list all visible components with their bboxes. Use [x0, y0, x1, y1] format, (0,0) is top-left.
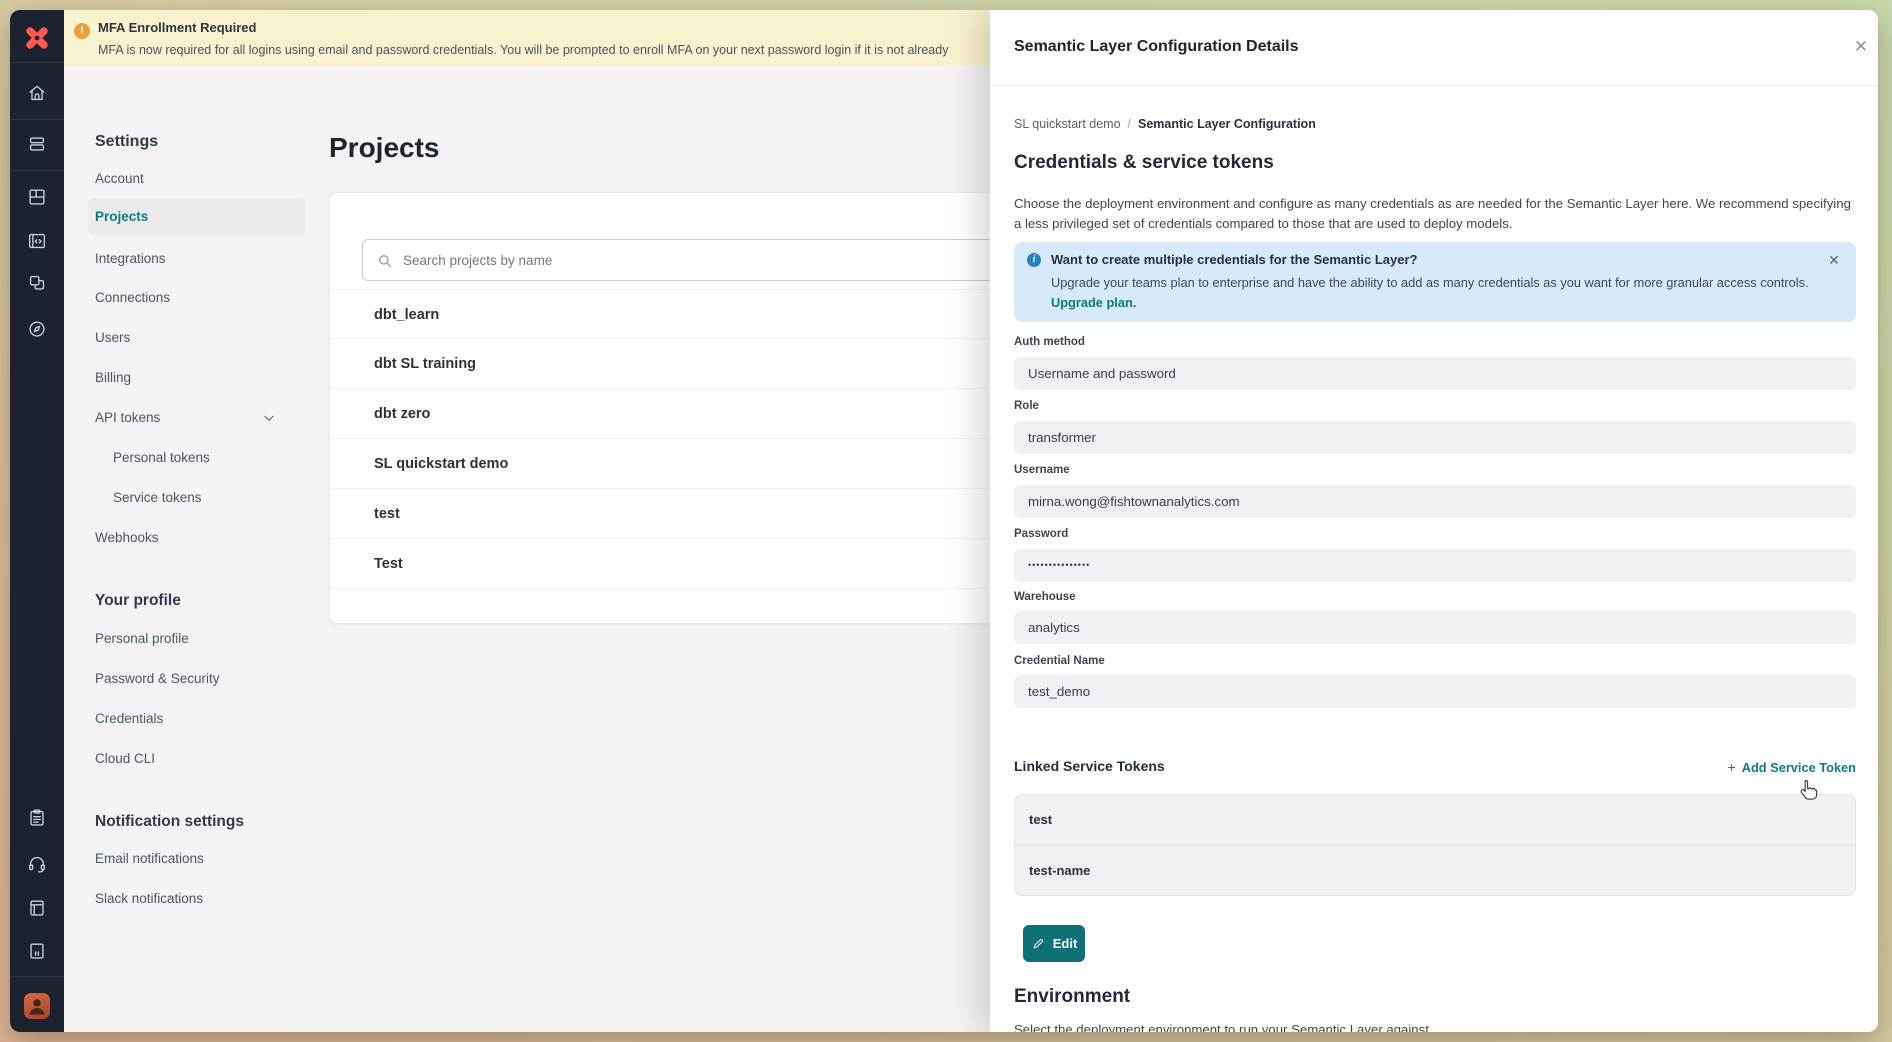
field-label-password: Password	[1014, 528, 1068, 540]
panel-separator	[990, 85, 1878, 86]
role-field[interactable]: transformer	[1014, 421, 1856, 454]
warning-icon: !	[74, 23, 90, 39]
dbt-logo[interactable]	[22, 23, 52, 53]
sidebar-item-cloud-cli[interactable]: Cloud CLI	[95, 749, 155, 769]
environment-title: Environment	[1014, 986, 1130, 1008]
breadcrumb-current: Semantic Layer Configuration	[1138, 117, 1316, 131]
sidebar-item-credentials[interactable]: Credentials	[95, 709, 163, 729]
page-title: Projects	[329, 132, 440, 164]
field-label-role: Role	[1014, 400, 1039, 412]
add-service-token-button[interactable]: + Add Service Token	[1014, 759, 1856, 775]
user-avatar[interactable]	[24, 993, 50, 1019]
sidebar-item-api-tokens[interactable]: API tokens	[95, 408, 160, 428]
field-label-credential-name: Credential Name	[1014, 655, 1105, 667]
sidebar-item-slack-notifications[interactable]: Slack notifications	[95, 889, 203, 909]
info-icon: i	[1027, 253, 1041, 267]
edit-button-label: Edit	[1053, 936, 1078, 951]
field-label-auth-method: Auth method	[1014, 336, 1085, 348]
add-service-token-label: Add Service Token	[1742, 760, 1856, 775]
projects-icon[interactable]	[24, 270, 50, 296]
left-icon-rail	[10, 10, 64, 1032]
search-input[interactable]	[403, 240, 1003, 280]
section-title: Credentials & service tokens	[1014, 152, 1274, 174]
sidebar-item-service-tokens[interactable]: Service tokens	[113, 488, 202, 508]
clipboard-icon[interactable]	[24, 805, 50, 831]
info-banner-title: Want to create multiple credentials for …	[1051, 252, 1418, 267]
rail-divider	[10, 170, 64, 171]
rail-divider	[10, 976, 64, 977]
breadcrumb: SL quickstart demo / Semantic Layer Config…	[1014, 117, 1316, 131]
project-row[interactable]: dbt SL training	[330, 339, 1048, 389]
sidebar-item-connections[interactable]: Connections	[95, 288, 170, 308]
edit-button[interactable]: Edit	[1023, 925, 1085, 962]
project-row[interactable]: dbt zero	[330, 389, 1048, 439]
sidebar-item-password-security[interactable]: Password & Security	[95, 669, 220, 689]
linked-tokens-list: test test-name	[1014, 794, 1856, 896]
project-list: dbt_learn dbt SL training dbt zero SL qu…	[330, 289, 1048, 589]
token-row: test-name	[1015, 845, 1855, 895]
notification-nav-header: Notification settings	[95, 813, 244, 831]
sidebar-item-integrations[interactable]: Integrations	[95, 249, 166, 269]
deploy-icon[interactable]	[24, 131, 50, 157]
rail-divider	[10, 119, 64, 120]
dashboard-icon[interactable]	[24, 184, 50, 210]
info-banner-body: Upgrade your teams plan to enterprise an…	[1051, 275, 1809, 290]
support-headset-icon[interactable]	[24, 851, 50, 877]
rail-divider	[10, 62, 64, 63]
notebook-icon[interactable]	[24, 895, 50, 921]
plus-icon: +	[1728, 759, 1736, 775]
app-window: ! MFA Enrollment Required MFA is now req…	[10, 10, 1878, 1032]
sidebar-item-projects[interactable]: Projects	[88, 198, 306, 235]
reference-icon[interactable]	[24, 938, 50, 964]
field-label-username: Username	[1014, 464, 1070, 476]
sidebar-item-webhooks[interactable]: Webhooks	[95, 528, 159, 548]
breadcrumb-separator: /	[1128, 117, 1131, 131]
environment-description: Select the deployment environment to run…	[1014, 1022, 1856, 1032]
mfa-banner-title: MFA Enrollment Required	[98, 20, 256, 35]
upgrade-info-banner: i Want to create multiple credentials fo…	[1014, 242, 1856, 322]
username-field[interactable]: mirna.wong@fishtownanalytics.com	[1014, 485, 1856, 518]
auth-method-field[interactable]: Username and password	[1014, 357, 1856, 390]
warehouse-field[interactable]: analytics	[1014, 611, 1856, 644]
token-row: test	[1015, 795, 1855, 845]
section-description: Choose the deployment environment and co…	[1014, 194, 1856, 233]
sidebar-item-billing[interactable]: Billing	[95, 368, 131, 388]
breadcrumb-project[interactable]: SL quickstart demo	[1014, 117, 1121, 131]
explore-icon[interactable]	[24, 316, 50, 342]
close-icon[interactable]: ✕	[1850, 36, 1872, 58]
projects-card: dbt_learn dbt SL training dbt zero SL qu…	[329, 192, 1049, 624]
project-row[interactable]: test	[330, 489, 1048, 539]
password-field[interactable]: •••••••••••••••	[1014, 549, 1856, 582]
project-row[interactable]: Test	[330, 539, 1048, 589]
sidebar-item-personal-profile[interactable]: Personal profile	[95, 629, 189, 649]
project-search	[362, 239, 1024, 281]
upgrade-plan-link[interactable]: Upgrade plan.	[1051, 295, 1136, 310]
field-label-warehouse: Warehouse	[1014, 591, 1076, 603]
credential-name-field[interactable]: test_demo	[1014, 675, 1856, 708]
develop-icon[interactable]	[24, 228, 50, 254]
home-icon[interactable]	[24, 80, 50, 106]
sidebar-item-account[interactable]: Account	[95, 169, 144, 189]
profile-nav-header: Your profile	[95, 592, 181, 610]
panel-title: Semantic Layer Configuration Details	[1014, 38, 1299, 56]
settings-nav-header: Settings	[95, 133, 158, 151]
project-row[interactable]: dbt_learn	[330, 289, 1048, 339]
sidebar-item-users[interactable]: Users	[95, 328, 130, 348]
mfa-banner-message: MFA is now required for all logins using…	[98, 43, 1018, 57]
pencil-icon	[1031, 936, 1046, 951]
project-row[interactable]: SL quickstart demo	[330, 439, 1048, 489]
close-icon[interactable]: ✕	[1824, 250, 1844, 270]
search-icon	[376, 252, 394, 270]
chevron-down-icon[interactable]	[262, 411, 276, 425]
sidebar-item-email-notifications[interactable]: Email notifications	[95, 849, 204, 869]
sidebar-item-personal-tokens[interactable]: Personal tokens	[113, 448, 210, 468]
semantic-layer-panel: Semantic Layer Configuration Details ✕ S…	[990, 10, 1878, 1032]
